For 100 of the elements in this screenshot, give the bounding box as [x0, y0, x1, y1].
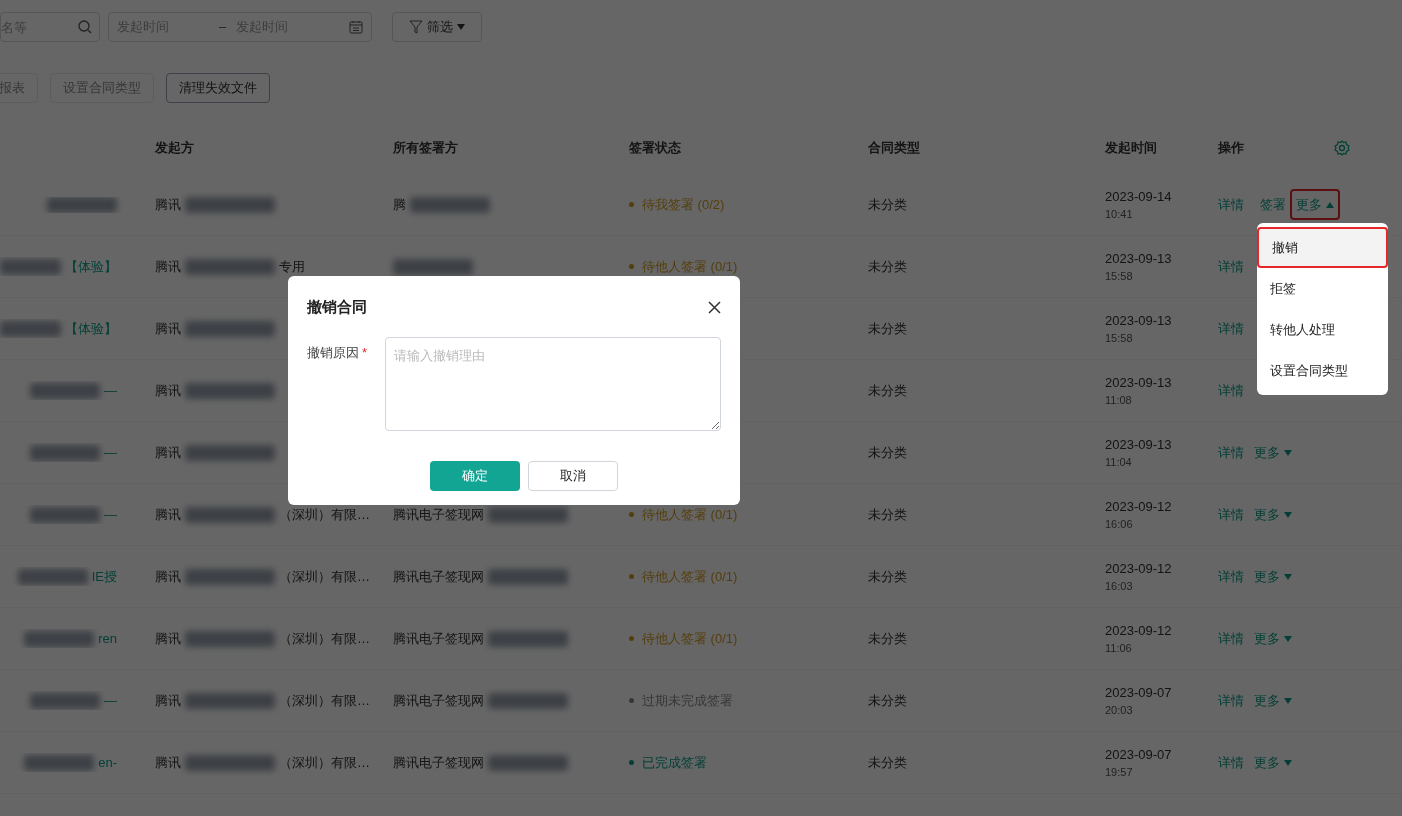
- initiator-text: （深圳）有限…: [279, 505, 370, 524]
- action-link[interactable]: 详情: [1218, 690, 1244, 711]
- date-text: 2023-09-12: [1105, 497, 1173, 516]
- caret-icon: [1284, 449, 1292, 456]
- more-button[interactable]: 更多: [1248, 684, 1298, 717]
- caret-icon: [1284, 697, 1292, 704]
- time-text: 11:06: [1105, 641, 1133, 656]
- time-text: 16:06: [1105, 517, 1134, 532]
- more-button[interactable]: 更多: [1248, 560, 1298, 593]
- initiator-text: 腾讯: [155, 691, 181, 710]
- contract-name[interactable]: —: [104, 690, 117, 711]
- contract-name[interactable]: en-: [98, 752, 117, 773]
- menu-item[interactable]: 转他人处理: [1257, 309, 1388, 350]
- redacted-block: [17, 568, 88, 585]
- action-link[interactable]: 详情: [1218, 752, 1244, 773]
- action-link[interactable]: 详情: [1218, 442, 1244, 463]
- contract-name[interactable]: ren: [98, 628, 117, 649]
- initiator-text: 腾讯: [155, 381, 181, 400]
- field-label: 撤销原因: [307, 343, 359, 362]
- column-header: 发起方: [155, 138, 195, 157]
- action-link[interactable]: 详情: [1218, 380, 1244, 401]
- date-text: 2023-09-13: [1105, 373, 1173, 392]
- more-button[interactable]: 更多: [1290, 188, 1340, 221]
- caret-icon: [1284, 511, 1292, 518]
- time-text: 15:58: [1105, 331, 1134, 346]
- reason-textarea[interactable]: 请输入撤销理由: [385, 336, 721, 431]
- contract-type: 未分类: [868, 196, 907, 212]
- action-link[interactable]: 签署: [1260, 194, 1286, 215]
- date-text: 2023-09-07: [1105, 683, 1173, 702]
- contract-name[interactable]: —: [104, 442, 117, 463]
- status-label: 待他人签署 (0/1): [629, 504, 868, 525]
- signers-text: 腾讯电子签现网: [393, 691, 484, 710]
- confirm-button[interactable]: 确定: [430, 460, 520, 491]
- redacted-block: [0, 258, 61, 275]
- date-text: 2023-09-12: [1105, 621, 1173, 640]
- time-text: 20:03: [1105, 703, 1134, 718]
- action-link[interactable]: 详情: [1218, 256, 1244, 277]
- contract-type: 未分类: [868, 692, 907, 708]
- initiator-text: 腾讯: [155, 257, 181, 276]
- signers-text: 腾讯电子签现网: [393, 629, 484, 648]
- caret-icon: [1326, 201, 1334, 208]
- range-separator: –: [219, 18, 227, 37]
- redacted-block: [30, 444, 100, 461]
- time-text: 11:04: [1105, 455, 1133, 470]
- time-text: 10:41: [1105, 207, 1134, 222]
- redacted-block: [24, 630, 95, 647]
- initiator-text: （深圳）有限…: [279, 629, 370, 648]
- menu-item[interactable]: 设置合同类型: [1257, 350, 1388, 391]
- status-label: 已完成签署: [629, 752, 868, 773]
- action-link[interactable]: 详情: [1218, 318, 1244, 339]
- date-text: 2023-09-13: [1105, 311, 1173, 330]
- more-button[interactable]: 更多: [1248, 622, 1298, 655]
- status-label: 待他人签署 (0/1): [629, 566, 868, 587]
- contract-type: 未分类: [868, 320, 907, 336]
- contract-name[interactable]: IE授: [91, 566, 117, 587]
- filter-button[interactable]: 筛选: [392, 12, 482, 42]
- toolbar-button[interactable]: 清理失效文件: [166, 73, 270, 103]
- contract-type: 未分类: [868, 382, 907, 398]
- initiator-text: （深圳）有限…: [279, 753, 370, 772]
- initiator-text: （深圳）有限…: [279, 691, 370, 710]
- time-text: 16:03: [1105, 579, 1134, 594]
- contract-type: 未分类: [868, 506, 907, 522]
- contract-type: 未分类: [868, 568, 907, 584]
- initiator-text: 腾讯: [155, 753, 181, 772]
- initiator-text: 腾讯: [155, 567, 181, 586]
- redacted-block: [24, 754, 95, 771]
- more-button[interactable]: 更多: [1248, 436, 1298, 469]
- cancel-button[interactable]: 取消: [528, 460, 618, 491]
- search-icon: [78, 20, 92, 34]
- menu-item[interactable]: 撤销: [1257, 227, 1388, 268]
- filter-icon: [409, 20, 423, 34]
- contract-name[interactable]: 【体验】: [65, 256, 117, 277]
- close-icon[interactable]: [708, 300, 721, 314]
- action-link[interactable]: 详情: [1218, 628, 1244, 649]
- column-header: 所有签署方: [393, 138, 459, 157]
- contract-type: 未分类: [868, 444, 907, 460]
- contract-type: 未分类: [868, 258, 907, 274]
- initiator-text: （深圳）有限…: [279, 567, 370, 586]
- contract-name[interactable]: —: [104, 504, 117, 525]
- redacted-block: [47, 196, 117, 213]
- signers-text: 腾: [393, 195, 406, 214]
- more-button[interactable]: 更多: [1248, 498, 1298, 531]
- time-text: 11:08: [1105, 393, 1133, 408]
- initiator-text: 腾讯: [155, 195, 181, 214]
- date-text: 2023-09-12: [1105, 559, 1173, 578]
- contract-type: 未分类: [868, 754, 907, 770]
- date-text: 2023-09-07: [1105, 745, 1173, 764]
- signers-text: 腾讯电子签现网: [393, 505, 484, 524]
- action-link[interactable]: 详情: [1218, 566, 1244, 587]
- contract-name[interactable]: —: [104, 380, 117, 401]
- menu-item[interactable]: 拒签: [1257, 268, 1388, 309]
- action-link[interactable]: 详情: [1218, 504, 1244, 525]
- column-header: 合同类型: [868, 138, 921, 157]
- date-text: 2023-09-14: [1105, 187, 1173, 206]
- action-link[interactable]: 详情: [1218, 194, 1244, 215]
- status-label: 待他人签署 (0/1): [629, 628, 868, 649]
- more-button[interactable]: 更多: [1248, 746, 1298, 779]
- caret-icon: [1284, 759, 1292, 766]
- redacted-block: [30, 382, 100, 399]
- contract-name[interactable]: 【体验】: [65, 318, 117, 339]
